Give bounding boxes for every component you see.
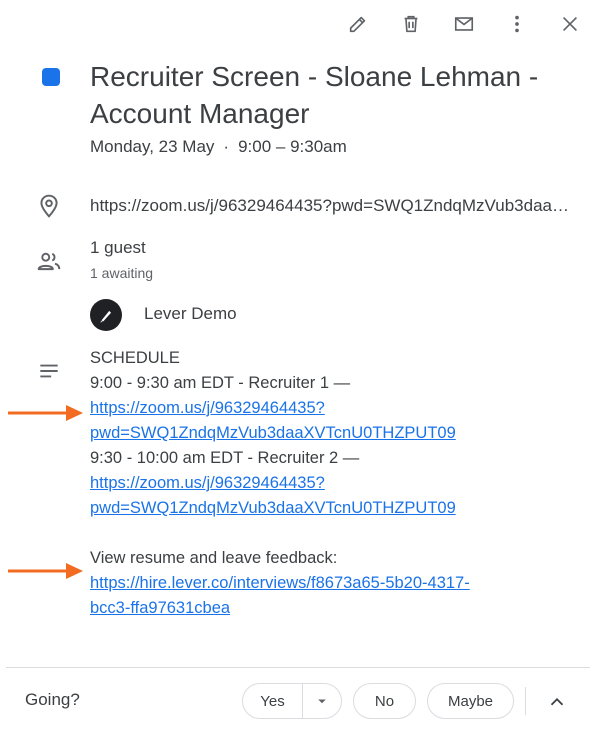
edit-event-button[interactable]: [342, 8, 374, 40]
avatar[interactable]: [90, 299, 122, 331]
guest-name: Lever Demo: [144, 304, 237, 323]
event-title: Recruiter Screen - Sloane Lehman - Accou…: [90, 61, 539, 129]
close-button[interactable]: [554, 8, 586, 40]
slot-2-zoom-link[interactable]: https://zoom.us/j/96329464435? pwd=SWQ1Zn…: [90, 471, 570, 521]
event-date: Monday, 23 May: [90, 137, 215, 156]
description-icon: [36, 358, 62, 384]
email-guests-button[interactable]: [448, 8, 480, 40]
schedule-heading: SCHEDULE: [90, 349, 180, 367]
annotation-arrow-icon: [8, 403, 84, 423]
guest-status: 1 awaiting: [90, 265, 154, 281]
chevron-up-icon: [550, 697, 564, 706]
event-datetime: Monday, 23 May · 9:00 – 9:30am: [90, 137, 347, 157]
datetime-separator: ·: [223, 137, 230, 156]
delete-event-button[interactable]: [395, 8, 427, 40]
resume-text: View resume and leave feedback:: [90, 549, 338, 567]
schedule-slot-1: 9:00 - 9:30 am EDT - Recruiter 1 —: [90, 374, 351, 392]
guests-icon: [36, 248, 62, 274]
footer-separator: [525, 687, 526, 715]
rsvp-label: Going?: [25, 690, 80, 709]
event-color-swatch: [42, 68, 60, 86]
lever-logo-icon: [100, 310, 112, 323]
rsvp-maybe-button[interactable]: Maybe: [427, 683, 514, 719]
event-location-link[interactable]: https://zoom.us/j/96329464435?pwd=SWQ1Zn…: [90, 196, 575, 216]
footer-divider: [6, 667, 590, 668]
rsvp-options-dropdown[interactable]: [303, 684, 341, 718]
event-description: SCHEDULE 9:00 - 9:30 am EDT - Recruiter …: [90, 346, 570, 621]
close-icon: [562, 16, 578, 32]
location-pin-icon: [36, 193, 62, 219]
resume-feedback-link[interactable]: https://hire.lever.co/interviews/f8673a6…: [90, 571, 570, 621]
expand-rsvp-button[interactable]: [543, 688, 571, 716]
mail-icon: [454, 17, 474, 31]
caret-down-icon: [318, 699, 326, 704]
rsvp-yes-button[interactable]: Yes: [243, 684, 303, 718]
event-details-card: Recruiter Screen - Sloane Lehman - Accou…: [0, 0, 596, 731]
event-toolbar: [321, 8, 586, 40]
more-vert-icon: [515, 15, 519, 33]
annotation-arrow-icon: [8, 561, 84, 581]
more-options-button[interactable]: [501, 8, 533, 40]
schedule-slot-2: 9:30 - 10:00 am EDT - Recruiter 2 —: [90, 449, 360, 467]
rsvp-yes-group: Yes: [242, 683, 342, 719]
event-time: 9:00 – 9:30am: [238, 137, 347, 156]
pencil-icon: [349, 16, 366, 33]
trash-icon: [404, 15, 418, 33]
slot-1-zoom-link[interactable]: https://zoom.us/j/96329464435? pwd=SWQ1Zn…: [90, 396, 570, 446]
rsvp-no-button[interactable]: No: [353, 683, 416, 719]
guest-count: 1 guest: [90, 238, 146, 257]
description-spacer: [90, 521, 570, 546]
